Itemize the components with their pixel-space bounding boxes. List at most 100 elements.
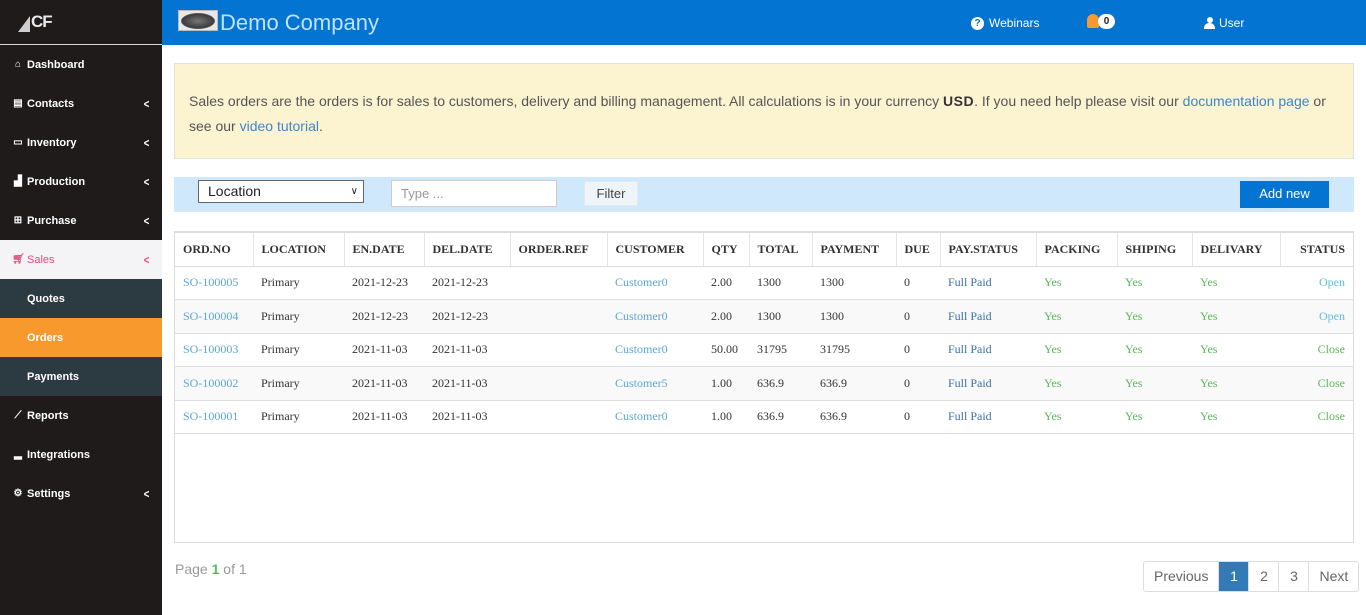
basket-icon: ⊞: [13, 215, 23, 226]
column-header[interactable]: DUE: [896, 233, 941, 267]
status-cell: Close: [1280, 400, 1353, 434]
filter-bar: Location ∨ Filter Add new: [174, 177, 1354, 212]
search-input[interactable]: [391, 180, 557, 207]
sidebar-item-label: Contacts: [27, 97, 75, 110]
next-page-button[interactable]: Next: [1309, 562, 1358, 591]
column-header[interactable]: CUSTOMER: [607, 233, 704, 267]
sidebar-item-label: Production: [27, 175, 86, 188]
entry-date-cell: 2021-12-23: [344, 266, 424, 300]
user-label: User: [1219, 16, 1245, 30]
delivery-cell: Yes: [1192, 333, 1280, 367]
sidebar-item-settings[interactable]: ⚙ Settings <: [0, 474, 162, 513]
order-number-link[interactable]: SO-100005: [175, 266, 253, 300]
order-ref-cell: [510, 366, 607, 401]
pay-status-cell: Full Paid: [940, 400, 1036, 434]
total-cell: 1300: [749, 266, 812, 300]
packing-cell: Yes: [1036, 366, 1117, 401]
delivery-cell: Yes: [1192, 366, 1280, 401]
delivery-date-cell: 2021-12-23: [424, 299, 510, 334]
filter-button[interactable]: Filter: [584, 181, 638, 206]
sidebar-subitem-orders[interactable]: Orders: [0, 318, 162, 357]
sidebar-item-contacts[interactable]: ▤ Contacts <: [0, 84, 162, 123]
column-header[interactable]: PAYMENT: [812, 233, 897, 267]
brand-logo[interactable]: CF: [18, 12, 53, 32]
sidebar-subitem-quotes[interactable]: Quotes: [0, 279, 162, 318]
table-row: SO-100003 Primary 2021-11-03 2021-11-03 Cust…: [175, 333, 1353, 367]
sidebar-item-sales[interactable]: 🛒︎ Sales <: [0, 240, 162, 279]
shipping-cell: Yes: [1117, 266, 1192, 300]
page-1-button[interactable]: 1: [1219, 562, 1250, 591]
delivery-date-cell: 2021-11-03: [424, 366, 510, 401]
column-header[interactable]: PACKING: [1036, 233, 1118, 267]
page-3-button[interactable]: 3: [1279, 562, 1310, 591]
column-header[interactable]: SHIPING: [1117, 233, 1193, 267]
order-number-link[interactable]: SO-100002: [175, 366, 253, 401]
column-header[interactable]: DELIVARY: [1192, 233, 1281, 267]
column-header[interactable]: QTY: [703, 233, 750, 267]
order-number-link[interactable]: SO-100004: [175, 299, 253, 334]
location-cell: Primary: [253, 400, 344, 434]
sidebar-item-purchase[interactable]: ⊞ Purchase <: [0, 201, 162, 240]
column-header[interactable]: PAY.STATUS: [940, 233, 1037, 267]
due-cell: 0: [896, 366, 940, 401]
table-row: SO-100004 Primary 2021-12-23 2021-12-23 Cust…: [175, 299, 1353, 334]
top-bar: Demo Company ? Webinars 0 User: [162, 0, 1366, 45]
delivery-date-cell: 2021-11-03: [424, 333, 510, 367]
sidebar-nav: ⌂ Dashboard ▤ Contacts < ▭ Inventory < ▟…: [0, 45, 162, 513]
webinars-link[interactable]: ? Webinars: [971, 16, 1039, 30]
column-header[interactable]: ORD.NO: [175, 233, 254, 267]
location-selected-value: Location: [208, 183, 261, 199]
company-name[interactable]: Demo Company: [220, 10, 379, 36]
customer-link[interactable]: Customer0: [607, 400, 703, 434]
notification-badge[interactable]: 0: [1098, 14, 1115, 29]
sidebar-item-inventory[interactable]: ▭ Inventory <: [0, 123, 162, 162]
shipping-cell: Yes: [1117, 366, 1192, 401]
home-icon: ⌂: [14, 59, 22, 70]
customer-link[interactable]: Customer5: [607, 366, 703, 401]
sidebar: CF ⌂ Dashboard ▤ Contacts < ▭ Inventory …: [0, 0, 162, 615]
orders-table-container: ORD.NO LOCATION EN.DATE DEL.DATE ORDER.REF CU…: [174, 231, 1354, 543]
shipping-cell: Yes: [1117, 400, 1192, 434]
sidebar-item-integrations[interactable]: ▂ Integrations: [0, 435, 162, 474]
chevron-left-icon: <: [143, 174, 150, 189]
qty-cell: 2.00: [703, 299, 749, 334]
table-header-row: ORD.NO LOCATION EN.DATE DEL.DATE ORDER.REF CU…: [175, 233, 1353, 267]
add-new-button[interactable]: Add new: [1240, 181, 1329, 208]
sidebar-item-production[interactable]: ▟ Production <: [0, 162, 162, 201]
order-ref-cell: [510, 299, 607, 334]
order-number-link[interactable]: SO-100001: [175, 400, 253, 434]
page-info: Page 1 of 1: [175, 561, 247, 577]
location-select[interactable]: Location ∨: [198, 180, 364, 203]
sidebar-item-dashboard[interactable]: ⌂ Dashboard: [0, 45, 162, 84]
sidebar-item-label: Dashboard: [27, 58, 85, 71]
column-header[interactable]: LOCATION: [253, 233, 345, 267]
customer-link[interactable]: Customer0: [607, 333, 703, 367]
sidebar-subitem-payments[interactable]: Payments: [0, 357, 162, 396]
customer-link[interactable]: Customer0: [607, 266, 703, 300]
logo-chart-icon: [18, 16, 30, 32]
order-number-link[interactable]: SO-100003: [175, 333, 253, 367]
page-2-button[interactable]: 2: [1249, 562, 1280, 591]
due-cell: 0: [896, 400, 940, 434]
column-header[interactable]: STATUS: [1280, 233, 1353, 267]
sidebar-item-reports[interactable]: ⟋ Reports: [0, 396, 162, 435]
column-header[interactable]: DEL.DATE: [424, 233, 511, 267]
order-ref-cell: [510, 333, 607, 367]
pay-status-cell: Full Paid: [940, 266, 1036, 300]
column-header[interactable]: EN.DATE: [344, 233, 425, 267]
column-header[interactable]: TOTAL: [749, 233, 813, 267]
company-logo[interactable]: [178, 10, 218, 31]
cart-icon: 🛒︎: [12, 254, 25, 265]
video-tutorial-link[interactable]: video tutorial: [240, 118, 319, 134]
column-header[interactable]: ORDER.REF: [510, 233, 608, 267]
user-menu[interactable]: User: [1204, 16, 1244, 30]
packing-cell: Yes: [1036, 299, 1117, 334]
previous-page-button[interactable]: Previous: [1144, 562, 1220, 591]
folder-open-icon: ▭: [13, 137, 23, 148]
documentation-link[interactable]: documentation page: [1183, 93, 1310, 109]
delivery-date-cell: 2021-12-23: [424, 266, 510, 300]
customer-link[interactable]: Customer0: [607, 299, 703, 334]
packing-cell: Yes: [1036, 266, 1117, 300]
status-cell: Close: [1280, 333, 1353, 367]
payment-cell: 1300: [812, 266, 896, 300]
